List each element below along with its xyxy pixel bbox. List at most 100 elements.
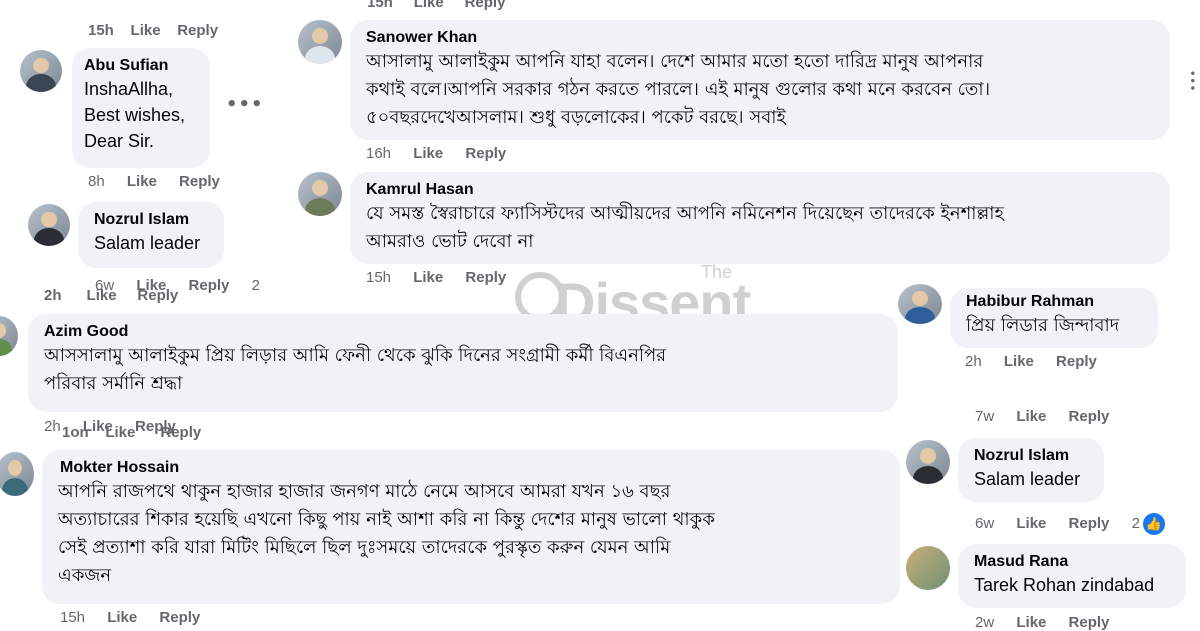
comment-bubble-nozrul-islam: Nozrul Islam Salam leader — [78, 202, 224, 268]
comment-line: ৫০বছরদেখেআসলাম। শুধু বড়লোকের। পকেট বরছে… — [366, 107, 786, 128]
comment-time: 8h — [88, 173, 105, 190]
ghost-reply[interactable]: Reply — [137, 287, 178, 304]
ghost-like[interactable]: Like — [131, 22, 161, 39]
ghost-meta-mokter-top: 1on Like Reply — [62, 424, 201, 441]
like-button[interactable]: Like — [413, 269, 443, 286]
comment-bubble-habibur-rahman: Habibur Rahman প্রিয় লিডার জিন্দাবাদ — [950, 288, 1158, 348]
avatar-habibur-rahman[interactable] — [898, 284, 942, 324]
commenter-name[interactable]: Abu Sufian — [84, 56, 198, 76]
comment-time: 6w — [975, 514, 995, 532]
comment-bubble-nozrul-islam-right: Nozrul Islam Salam leader — [958, 438, 1104, 502]
avatar-nozrul-islam[interactable] — [28, 204, 70, 246]
comment-time: 2h — [965, 353, 982, 370]
comment-text: Salam leader — [974, 469, 1081, 489]
ghost-time: 1on — [62, 424, 89, 441]
comment-line: Best wishes, — [84, 105, 186, 125]
ghost-meta-azim-top: 2h Like Reply — [44, 287, 178, 304]
ghost-meta-abu-top: 15h Like Reply — [88, 22, 218, 39]
commenter-name[interactable]: Sanower Khan — [362, 28, 1158, 48]
ghost-time: 15h — [88, 22, 114, 39]
ghost-reply[interactable]: Reply — [177, 22, 218, 39]
reply-button[interactable]: Reply — [179, 173, 220, 190]
reaction-count: 2 — [1131, 514, 1140, 532]
commenter-name[interactable]: Nozrul Islam — [970, 446, 1092, 466]
ghost-reply[interactable]: Reply — [160, 424, 201, 441]
watermark-prefix: The — [701, 262, 733, 282]
comment-text: প্রিয় লিডার জিন্দাবাদ — [966, 315, 1120, 336]
comment-meta-nozrul-right: 6w Like Reply 2 👍 — [975, 513, 1183, 535]
comment-line: কথাই বলে।আপনি সরকার গঠন করতে পারলে। এই ম… — [366, 79, 991, 100]
more-options-icon[interactable]: ••• — [226, 94, 264, 115]
ghost-meta-sanower-top: 15h Like Reply — [367, 0, 505, 11]
comment-bubble-sanower-khan: Sanower Khan আসালামু আলাইকুম আপনি যাহা ব… — [350, 20, 1170, 140]
comment-line: যে সমস্ত স্বৈরাচারে ফ্যাসিস্টদের আত্মীয়… — [366, 203, 1004, 224]
comment-bubble-mokter-hossain: Mokter Hossain আপনি রাজপথে থাকুন হাজার হ… — [42, 450, 900, 604]
comment-time: 7w — [975, 408, 995, 425]
comment-meta-mokter: 15h Like Reply — [60, 609, 218, 626]
like-button[interactable]: Like — [127, 173, 157, 190]
comment-line: একজন — [58, 565, 112, 586]
like-button[interactable]: Like — [107, 609, 137, 626]
comment-time: 15h — [60, 609, 86, 626]
like-button[interactable]: Like — [1016, 515, 1046, 532]
comment-line: আসালামু আলাইকুম আপনি যাহা বলেন। দেশে আমা… — [366, 51, 984, 72]
comment-line: পরিবার সর্মানি শ্রদ্ধা — [44, 373, 183, 394]
like-reaction-icon[interactable]: 👍 — [1142, 513, 1165, 535]
reply-button[interactable]: Reply — [1056, 353, 1097, 370]
avatar-abu-sufian[interactable] — [20, 50, 62, 92]
comment-meta-kamrul: 15h Like Reply — [366, 269, 524, 286]
avatar-kamrul-hasan[interactable] — [298, 172, 342, 216]
ghost-like[interactable]: Like — [414, 0, 444, 11]
commenter-name[interactable]: Masud Rana — [970, 552, 1174, 572]
comment-meta-sanower: 16h Like Reply — [366, 145, 524, 162]
avatar-mokter-hossain[interactable] — [0, 452, 34, 496]
reply-button[interactable]: Reply — [1069, 614, 1110, 631]
comment-line: Dear Sir. — [84, 131, 155, 151]
reaction-count: 2 — [251, 277, 260, 294]
comment-line: আপনি রাজপথে থাকুন হাজার হাজার জনগণ মাঠে … — [58, 481, 671, 502]
comment-bubble-abu-sufian: Abu Sufian InshaAllha, Best wishes, Dear… — [72, 48, 210, 168]
like-button[interactable]: Like — [1016, 614, 1046, 631]
comment-meta-masud: 2w Like Reply — [975, 614, 1127, 631]
ghost-like[interactable]: Like — [105, 424, 135, 441]
commenter-name[interactable]: Kamrul Hasan — [362, 180, 1158, 200]
comment-line: সেই প্রত্যাশা করি যারা মিটিং মিছিলে ছিল … — [58, 537, 671, 558]
comment-line: অত্যাচারের শিকার হয়েছি এখনো কিছু পায় ন… — [58, 509, 715, 530]
commenter-name[interactable]: Nozrul Islam — [90, 210, 212, 230]
comment-line: আমরাও ভোট দেবো না — [366, 231, 534, 252]
reply-button[interactable]: Reply — [1069, 515, 1110, 532]
like-button[interactable]: Like — [1004, 353, 1034, 370]
ghost-reply[interactable]: Reply — [465, 0, 506, 11]
comment-line: আসসালামু আলাইকুম প্রিয় লিড়ার আমি ফেনী … — [44, 345, 667, 366]
ghost-time: 15h — [367, 0, 393, 11]
reply-button[interactable]: Reply — [189, 277, 230, 294]
comment-bubble-masud-rana: Masud Rana Tarek Rohan zindabad — [958, 544, 1186, 608]
more-options-icon[interactable]: ••• — [1186, 70, 1197, 92]
avatar-masud-rana[interactable] — [906, 546, 950, 590]
comment-line: InshaAllha, — [84, 79, 174, 99]
reply-button[interactable]: Reply — [465, 145, 506, 162]
reply-button[interactable]: Reply — [1069, 408, 1110, 425]
like-button[interactable]: Like — [1016, 408, 1046, 425]
like-button[interactable]: Like — [413, 145, 443, 162]
comment-time: 16h — [366, 145, 392, 162]
comment-time: 2w — [975, 614, 995, 631]
commenter-name[interactable]: Azim Good — [40, 322, 886, 342]
commenter-name[interactable]: Habibur Rahman — [962, 292, 1146, 312]
comment-time: 2h — [44, 418, 61, 435]
reply-button[interactable]: Reply — [159, 609, 200, 626]
commenter-name[interactable]: Mokter Hossain — [54, 458, 888, 478]
ghost-time: 2h — [44, 287, 62, 304]
comment-text: Salam leader — [94, 233, 201, 253]
comment-bubble-azim-good: Azim Good আসসালামু আলাইকুম প্রিয় লিড়ার… — [28, 314, 898, 412]
avatar-sanower-khan[interactable] — [298, 20, 342, 64]
avatar-azim-good[interactable] — [0, 316, 18, 356]
comment-time: 15h — [366, 269, 392, 286]
avatar-nozrul-islam-right[interactable] — [906, 440, 950, 484]
comment-meta-abu: 8h Like Reply — [88, 173, 238, 190]
comment-meta-ghost-7w: 7w Like Reply — [975, 408, 1127, 425]
comment-meta-habibur: 2h Like Reply — [965, 353, 1115, 370]
reply-button[interactable]: Reply — [465, 269, 506, 286]
ghost-like[interactable]: Like — [87, 287, 117, 304]
comment-bubble-kamrul-hasan: Kamrul Hasan যে সমস্ত স্বৈরাচারে ফ্যাসিস… — [350, 172, 1170, 264]
